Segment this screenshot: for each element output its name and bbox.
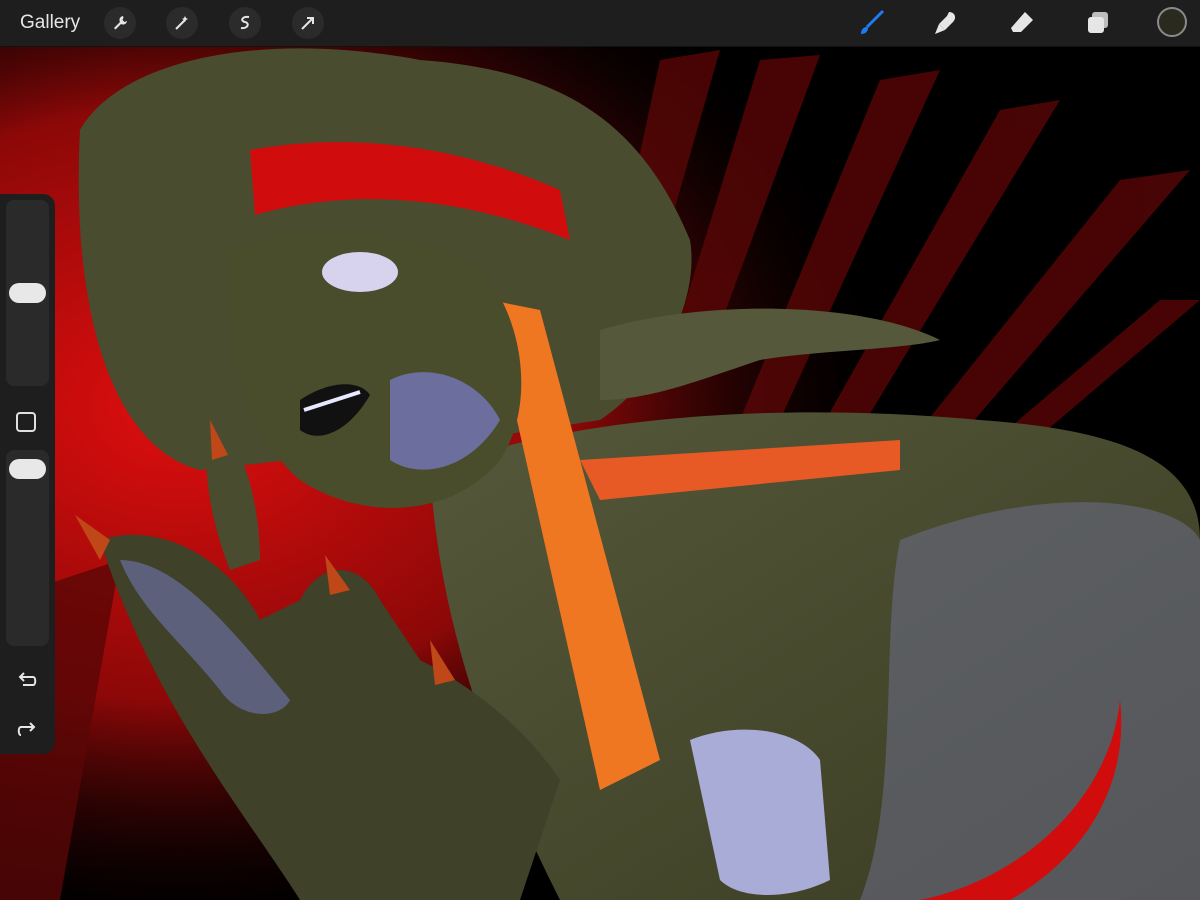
redo-icon[interactable] [14,714,40,740]
brush-size-slider[interactable] [6,200,49,386]
color-swatch[interactable] [1157,7,1187,37]
brush-icon[interactable] [855,6,889,40]
brush-size-thumb[interactable] [9,283,46,303]
eye [322,252,398,292]
torso-highlight [860,502,1200,900]
drawing-canvas[interactable] [0,0,1200,900]
top-toolbar: Gallery [0,0,1200,47]
transform-icon[interactable] [292,7,324,39]
opacity-slider[interactable] [6,450,49,646]
adjustments-icon[interactable] [166,7,198,39]
side-toolbar [0,194,55,754]
smudge-icon[interactable] [929,6,963,40]
opacity-thumb[interactable] [9,458,46,479]
actions-icon[interactable] [104,7,136,39]
undo-icon[interactable] [14,668,40,694]
eraser-icon[interactable] [1005,6,1039,40]
selection-icon[interactable] [229,7,261,39]
gallery-button[interactable]: Gallery [20,12,80,34]
layers-icon[interactable] [1081,6,1115,40]
square-icon[interactable] [16,412,36,432]
